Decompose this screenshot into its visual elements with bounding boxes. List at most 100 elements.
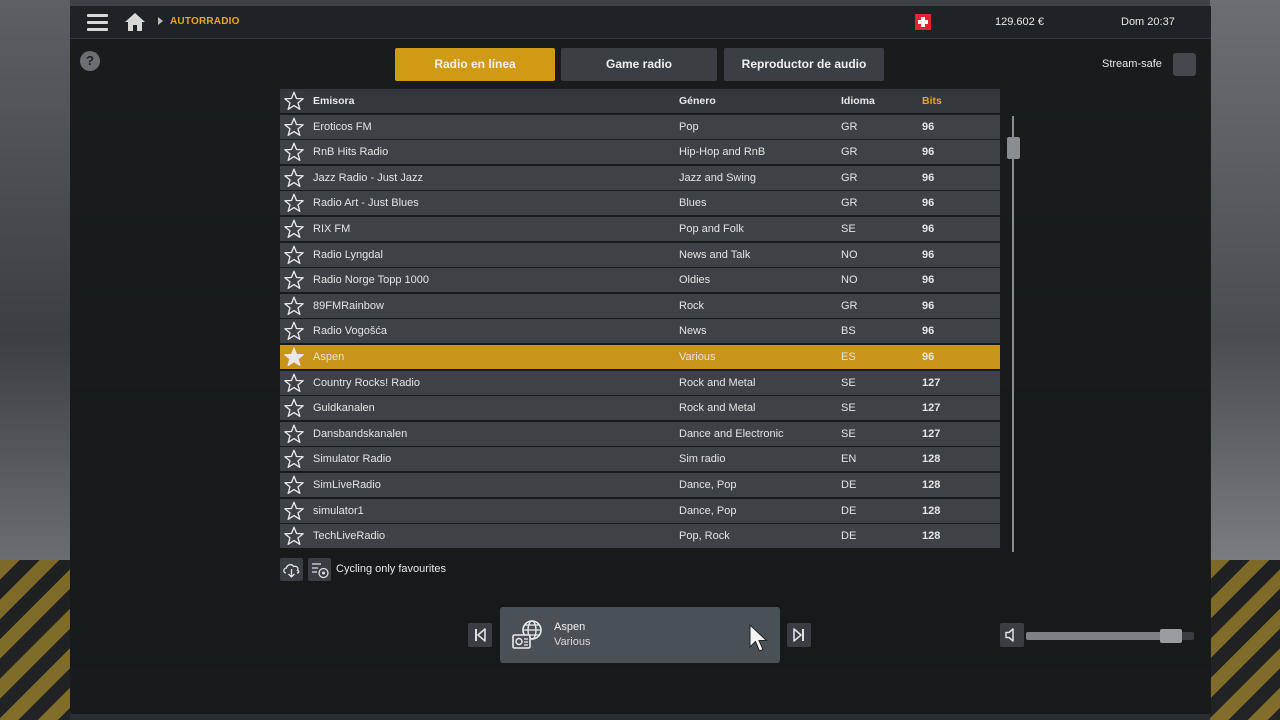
- table-row[interactable]: TechLiveRadio Pop, Rock DE 128: [280, 524, 1000, 549]
- download-favourites-button[interactable]: [280, 558, 303, 581]
- table-row[interactable]: simulator1 Dance, Pop DE 128: [280, 498, 1000, 523]
- station-language: GR: [841, 120, 858, 133]
- scrollbar-track[interactable]: [1012, 116, 1014, 552]
- station-name: TechLiveRadio: [313, 530, 386, 543]
- favourite-star-icon[interactable]: [284, 142, 304, 162]
- table-row[interactable]: Radio Vogošća News BS 96: [280, 319, 1000, 344]
- table-row[interactable]: Radio Norge Topp 1000 Oldies NO 96: [280, 268, 1000, 293]
- station-language: EN: [841, 453, 857, 466]
- table-body: Eroticos FM Pop GR 96 RnB Hits Radio Hip-Hop …: [280, 114, 1000, 549]
- scrollbar-thumb[interactable]: [1007, 137, 1020, 159]
- help-icon[interactable]: ?: [80, 51, 100, 71]
- skip-previous-icon: [475, 628, 486, 642]
- volume-knob[interactable]: [1160, 629, 1182, 643]
- station-genre: Hip-Hop and RnB: [679, 146, 766, 159]
- station-name: simulator1: [313, 504, 364, 517]
- cycle-label: Cycling only favourites: [336, 563, 447, 575]
- station-bits: 96: [922, 146, 935, 159]
- table-row[interactable]: Radio Lyngdal News and Talk NO 96: [280, 242, 1000, 267]
- table-row[interactable]: Country Rocks! Radio Rock and Metal SE 127: [280, 370, 1000, 395]
- header-language[interactable]: Idioma: [841, 95, 875, 107]
- favourite-star-icon[interactable]: [284, 449, 304, 469]
- station-genre: Pop and Folk: [679, 222, 744, 235]
- station-genre: Various: [679, 350, 716, 363]
- station-name: SimLiveRadio: [313, 478, 381, 491]
- favourite-star-icon[interactable]: [284, 245, 304, 265]
- favourite-star-icon[interactable]: [284, 117, 304, 137]
- station-language: SE: [841, 427, 856, 440]
- station-genre: Rock and Metal: [679, 402, 756, 415]
- header-bits[interactable]: Bits: [922, 95, 942, 107]
- favourite-star-icon[interactable]: [284, 475, 304, 495]
- favourite-star-icon[interactable]: [284, 501, 304, 521]
- mute-button[interactable]: [1000, 623, 1024, 647]
- favourite-star-icon[interactable]: [284, 373, 304, 393]
- station-bits: 96: [922, 222, 935, 235]
- station-genre: Dance, Pop: [679, 478, 737, 491]
- tab-online-radio[interactable]: Radio en línea: [395, 48, 555, 81]
- table-row[interactable]: 89FMRainbow Rock GR 96: [280, 293, 1000, 318]
- station-bits: 96: [922, 274, 935, 287]
- station-language: GR: [841, 299, 858, 312]
- volume-slider[interactable]: [1026, 629, 1194, 643]
- speaker-icon: [1005, 628, 1014, 642]
- table-row[interactable]: Dansbandskanalen Dance and Electronic SE 12…: [280, 421, 1000, 446]
- favourite-star-icon[interactable]: [284, 424, 304, 444]
- stream-safe-label: Stream-safe: [1102, 58, 1162, 70]
- station-genre: Pop: [679, 120, 699, 133]
- hamburger-icon[interactable]: [87, 14, 108, 31]
- favourite-star-icon[interactable]: [284, 193, 304, 213]
- table-row[interactable]: SimLiveRadio Dance, Pop DE 128: [280, 472, 1000, 497]
- station-name: Guldkanalen: [313, 402, 375, 415]
- table-row[interactable]: RnB Hits Radio Hip-Hop and RnB GR 96: [280, 140, 1000, 165]
- station-name: Radio Art - Just Blues: [313, 197, 419, 210]
- station-bits: 128: [922, 478, 941, 491]
- table-row[interactable]: RIX FM Pop and Folk SE 96: [280, 216, 1000, 241]
- header-genre[interactable]: Género: [679, 95, 716, 107]
- station-name: RIX FM: [313, 222, 351, 235]
- header-station[interactable]: Emisora: [313, 95, 354, 107]
- cycle-favourites-toggle[interactable]: [308, 558, 331, 581]
- table-row[interactable]: Simulator Radio Sim radio EN 128: [280, 447, 1000, 472]
- swiss-flag-icon[interactable]: [915, 14, 931, 30]
- favourite-star-icon[interactable]: [284, 398, 304, 418]
- table-row[interactable]: Radio Art - Just Blues Blues GR 96: [280, 191, 1000, 216]
- now-playing-card[interactable]: Aspen Various: [500, 607, 780, 663]
- station-bits: 127: [922, 376, 941, 389]
- previous-station-button[interactable]: [468, 623, 492, 647]
- station-table: Emisora Género Idioma Bits Eroticos FM Po…: [280, 89, 1000, 549]
- favourite-star-icon[interactable]: [284, 321, 304, 341]
- now-playing-genre: Various: [554, 636, 591, 648]
- station-bits: 128: [922, 453, 941, 466]
- station-language: DE: [841, 478, 857, 491]
- favourite-star-icon[interactable]: [284, 270, 304, 290]
- tab-audio-player[interactable]: Reproductor de audio: [724, 48, 884, 81]
- table-row[interactable]: Guldkanalen Rock and Metal SE 127: [280, 396, 1000, 421]
- favourite-star-icon[interactable]: [284, 296, 304, 316]
- station-language: GR: [841, 197, 858, 210]
- volume-fill: [1026, 632, 1171, 640]
- cycle-list-icon: [312, 563, 329, 579]
- favourite-star-icon[interactable]: [284, 168, 304, 188]
- stream-safe-checkbox[interactable]: [1173, 53, 1196, 76]
- station-language: GR: [841, 146, 858, 159]
- table-row[interactable]: Jazz Radio - Just Jazz Jazz and Swing GR 96: [280, 165, 1000, 190]
- table-row[interactable]: Aspen Various ES 96: [280, 344, 1000, 369]
- station-genre: Rock: [679, 299, 705, 312]
- breadcrumb[interactable]: AUTORRADIO: [170, 16, 240, 27]
- favourite-star-icon[interactable]: [284, 219, 304, 239]
- station-bits: 96: [922, 248, 935, 261]
- station-genre: Dance and Electronic: [679, 427, 784, 440]
- station-language: DE: [841, 504, 857, 517]
- cloud-download-icon: [283, 564, 300, 578]
- favourite-star-icon[interactable]: [284, 526, 304, 546]
- table-row[interactable]: Eroticos FM Pop GR 96: [280, 114, 1000, 139]
- station-bits: 96: [922, 350, 935, 363]
- tab-game-radio[interactable]: Game radio: [561, 48, 717, 81]
- favourite-star-icon[interactable]: [284, 347, 304, 367]
- home-icon[interactable]: [124, 12, 146, 32]
- favourite-header-star-icon[interactable]: [284, 91, 304, 111]
- station-name: Radio Norge Topp 1000: [313, 274, 429, 287]
- next-station-button[interactable]: [787, 623, 811, 647]
- station-genre: News and Talk: [679, 248, 751, 261]
